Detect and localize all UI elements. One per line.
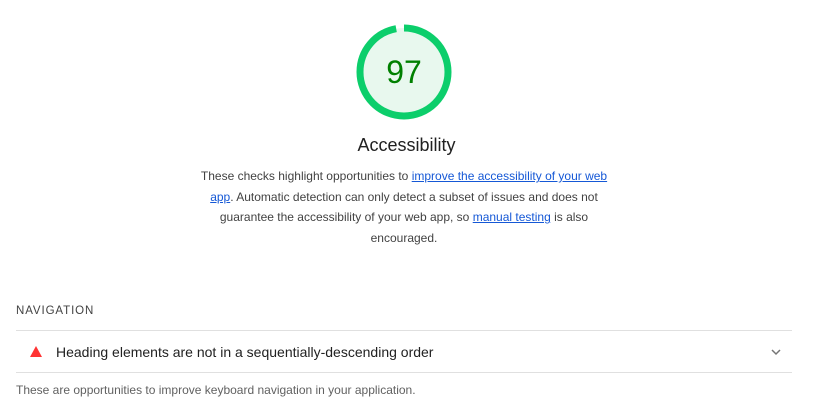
- chevron-down-icon[interactable]: [770, 346, 782, 358]
- category-description: These checks highlight opportunities to …: [200, 166, 608, 248]
- audit-title: Heading elements are not in a sequential…: [56, 344, 434, 360]
- score-gauge: 97: [354, 22, 454, 122]
- group-title: NAVIGATION: [16, 305, 95, 317]
- group-description: These are opportunities to improve keybo…: [16, 383, 416, 397]
- score-value: 97: [386, 54, 422, 90]
- manual-testing-link[interactable]: manual testing: [473, 210, 551, 224]
- category-title: Accessibility: [357, 135, 456, 155]
- fail-triangle-icon: [30, 346, 42, 357]
- divider-bottom: [16, 372, 792, 373]
- description-text-1: These checks highlight opportunities to: [200, 169, 412, 183]
- audit-row-heading-order[interactable]: Heading elements are not in a sequential…: [16, 331, 792, 373]
